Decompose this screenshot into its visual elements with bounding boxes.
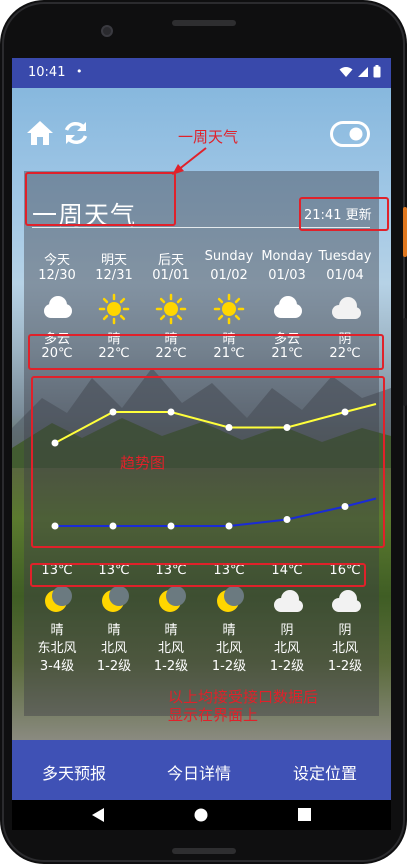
- update-highlight-box: [299, 197, 389, 231]
- screen: 10:41 • 一周天气 21:41 更新 今天 12/30 多云 20℃ 明天…: [12, 58, 391, 830]
- signal-icon: [358, 66, 368, 77]
- day-name: Monday: [261, 249, 313, 264]
- night-column: 晴北风 1-2级: [198, 586, 260, 674]
- day-date: 01/02: [210, 268, 248, 283]
- night-icon-wrap: [153, 586, 189, 614]
- night-column: 晴北风 1-2级: [140, 586, 202, 674]
- status-icons: [339, 65, 381, 78]
- title-highlight-box: [25, 172, 176, 226]
- moon-icon: [217, 586, 244, 612]
- wind-level: 1-2级: [269, 659, 305, 674]
- front-camera: [101, 25, 113, 37]
- status-time: 10:41: [28, 65, 66, 80]
- cloudy-icon: [44, 296, 72, 318]
- back-icon[interactable]: [91, 807, 105, 823]
- nav-set-location[interactable]: 设定位置: [293, 760, 357, 784]
- day-date: 01/04: [326, 268, 364, 283]
- night-icon-wrap: [269, 586, 305, 614]
- toggle-icon[interactable]: [330, 121, 370, 147]
- cloud-icon: [332, 590, 361, 612]
- wind-level: 1-2级: [211, 659, 247, 674]
- wifi-icon: [339, 66, 353, 77]
- low-temp-highlight-box: [30, 563, 366, 587]
- cloud-icon: [274, 590, 303, 612]
- day-name: Tuesday: [318, 249, 372, 264]
- day-icon-wrap: [211, 293, 247, 325]
- night-column: 阴北风 1-2级: [256, 586, 318, 674]
- phone-frame: 10:41 • 一周天气 21:41 更新 今天 12/30 多云 20℃ 明天…: [0, 0, 407, 864]
- chart-highlight-box: [31, 376, 385, 548]
- wind-direction: 北风: [157, 641, 184, 656]
- day-name: 后天: [157, 253, 184, 268]
- night-weather: 晴: [50, 623, 64, 638]
- cloud-icon: [332, 297, 361, 319]
- night-weather: 晴: [222, 623, 236, 638]
- day-name: 明天: [100, 253, 127, 268]
- sun-icon: [98, 293, 130, 325]
- night-weather: 晴: [107, 623, 121, 638]
- moon-icon: [159, 586, 186, 612]
- day-name: 今天: [43, 253, 70, 268]
- night-icon-wrap: [39, 586, 75, 614]
- day-icon-wrap: [153, 293, 189, 325]
- wind-direction: 北风: [100, 641, 127, 656]
- day-date: 01/01: [152, 268, 190, 283]
- cloudy-icon: [274, 296, 302, 318]
- system-nav-bar: [12, 800, 391, 830]
- annotation-arrow: [172, 147, 207, 175]
- home-nav-icon[interactable]: [194, 808, 208, 822]
- moon-icon: [102, 586, 129, 612]
- day-date: 12/30: [38, 268, 76, 283]
- wind-level: 1-2级: [96, 659, 132, 674]
- nav-today-details[interactable]: 今日详情: [167, 760, 231, 784]
- night-weather: 阴: [280, 623, 294, 638]
- wind-direction: 北风: [273, 641, 300, 656]
- annotation-trend-note: 趋势图: [120, 454, 166, 472]
- bottom-nav: 多天预报 今日详情 设定位置: [12, 740, 391, 800]
- moon-icon: [45, 586, 72, 612]
- recents-icon[interactable]: [298, 808, 311, 821]
- night-icon-wrap: [96, 586, 132, 614]
- high-temp-highlight-box: [28, 334, 384, 370]
- wind-level: 1-2级: [327, 659, 363, 674]
- night-icon-wrap: [327, 586, 363, 614]
- wind-direction: 北风: [215, 641, 242, 656]
- night-icon-wrap: [211, 586, 247, 614]
- battery-icon: [373, 65, 381, 78]
- day-date: 01/03: [268, 268, 306, 283]
- day-icon-wrap: [96, 293, 132, 325]
- wind-direction: 北风: [331, 641, 358, 656]
- volume-button[interactable]: [403, 318, 407, 406]
- day-date: 12/31: [95, 268, 133, 283]
- nav-multi-day-forecast[interactable]: 多天预报: [42, 760, 106, 784]
- wind-level: 3-4级: [39, 659, 75, 674]
- sun-icon: [213, 293, 245, 325]
- day-name: Sunday: [204, 249, 254, 264]
- night-column: 阴北风 1-2级: [314, 586, 376, 674]
- night-weather: 阴: [338, 623, 352, 638]
- power-button[interactable]: [403, 207, 407, 257]
- bottom-speaker: [172, 848, 236, 854]
- earpiece-speaker: [172, 20, 236, 26]
- day-icon-wrap: [327, 293, 363, 325]
- refresh-icon[interactable]: [62, 119, 90, 147]
- night-column: 晴北风 1-2级: [83, 586, 145, 674]
- night-weather: 晴: [164, 623, 178, 638]
- sun-icon: [155, 293, 187, 325]
- status-dot: •: [76, 65, 83, 78]
- day-icon-wrap: [39, 293, 75, 325]
- home-icon[interactable]: [26, 120, 54, 146]
- annotation-bottom-note-2: 显示在界面上: [168, 706, 259, 724]
- wind-level: 1-2级: [153, 659, 189, 674]
- day-icon-wrap: [269, 293, 305, 325]
- wind-direction: 东北风: [37, 641, 77, 656]
- status-bar: 10:41 •: [12, 58, 391, 88]
- night-column: 晴东北风 3-4级: [26, 586, 88, 674]
